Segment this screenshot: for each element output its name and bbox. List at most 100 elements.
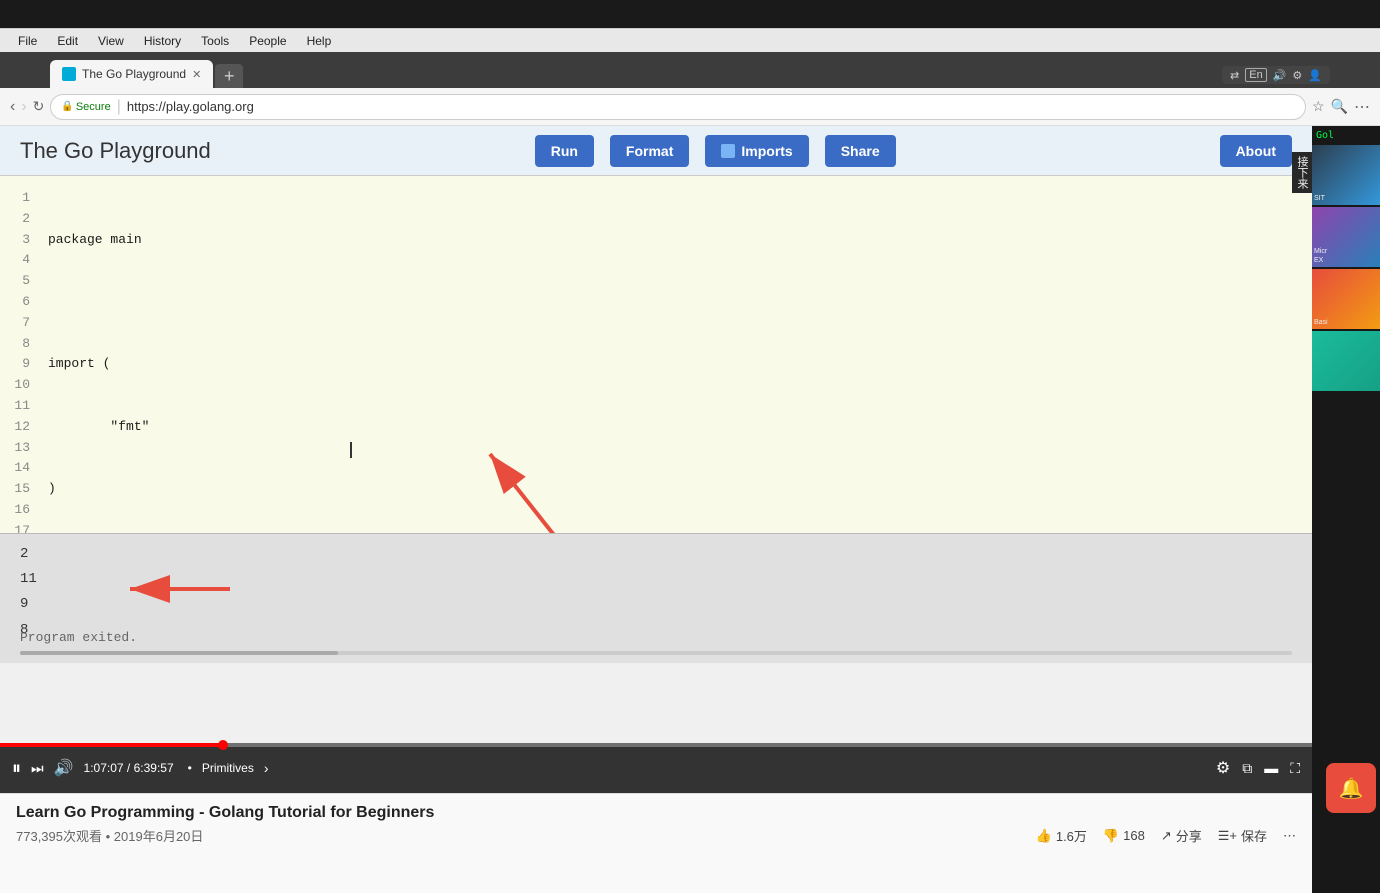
- pause-button[interactable]: ⏸: [12, 758, 21, 779]
- right-controls: ⚙ ⧉ ▬ ⛶: [1216, 758, 1300, 778]
- line-num-5: 5: [0, 271, 30, 292]
- sidebar-gol-label: Gol: [1312, 126, 1380, 145]
- back-button[interactable]: ‹: [10, 98, 15, 116]
- share-button[interactable]: Share: [825, 135, 896, 167]
- theater-button[interactable]: ▬: [1264, 760, 1278, 776]
- dislike-count: 168: [1123, 828, 1145, 843]
- volume-button[interactable]: 🔊: [54, 758, 74, 778]
- search-icon[interactable]: 🔍: [1331, 98, 1348, 115]
- tab-title: The Go Playground: [82, 67, 186, 81]
- line-num-10: 10: [0, 375, 30, 396]
- subscribe-button[interactable]: 🔔: [1326, 763, 1376, 813]
- output-panel: 2 11 9 8 Program exited.: [0, 533, 1312, 663]
- menu-people[interactable]: People: [239, 32, 296, 50]
- code-line-1: package main: [48, 230, 1304, 251]
- output-scrollbar[interactable]: [20, 651, 1292, 655]
- line-num-12: 12: [0, 417, 30, 438]
- line-num-14: 14: [0, 458, 30, 479]
- url-text: https://play.golang.org: [127, 99, 254, 114]
- line-num-16: 16: [0, 500, 30, 521]
- output-line-1: 2: [20, 542, 1292, 567]
- secure-badge: Secure: [61, 101, 110, 113]
- thumb-3-label: Basi: [1314, 319, 1378, 327]
- video-progress-bar[interactable]: [0, 743, 1312, 747]
- more-button[interactable]: ⋯: [1283, 828, 1296, 844]
- fullscreen-button[interactable]: ⛶: [1290, 760, 1300, 777]
- video-controls: ⏸ ⏭ 🔊 1:07:07 / 6:39:57 • Primitives › ⚙…: [0, 743, 1312, 793]
- video-meta-row: 773,395次观看 • 2019年6月20日 👍 1.6万 👎 168 ↗ 分…: [16, 826, 1296, 845]
- active-tab[interactable]: The Go Playground ✕: [50, 60, 213, 88]
- url-bar[interactable]: Secure | https://play.golang.org: [50, 94, 1306, 120]
- menu-tools[interactable]: Tools: [191, 32, 239, 50]
- add-to-playlist-button[interactable]: ☰+ 保存: [1218, 826, 1267, 845]
- line-num-4: 4: [0, 250, 30, 271]
- line-num-8: 8: [0, 334, 30, 355]
- menu-view[interactable]: View: [88, 32, 134, 50]
- miniplayer-button[interactable]: ⧉: [1242, 760, 1252, 777]
- recommendation-thumb-2[interactable]: MicrEX: [1312, 207, 1380, 267]
- line-num-17: 17: [0, 521, 30, 533]
- menu-file[interactable]: File: [8, 32, 47, 50]
- code-content[interactable]: package main import ( "fmt" ) func main(…: [40, 188, 1312, 521]
- playground-header: The Go Playground Run Format Imports Sha…: [0, 126, 1312, 176]
- thumb-1-label: SIT: [1314, 195, 1378, 203]
- bookmark-icon[interactable]: ☆: [1312, 98, 1325, 115]
- output-scrollbar-thumb[interactable]: [20, 651, 338, 655]
- window-controls: ⇄ En 🔊 ⚙ 👤: [1222, 66, 1330, 84]
- browser-controls-right: ⇄ En 🔊 ⚙ 👤: [1222, 66, 1330, 84]
- share-button[interactable]: ↗ 分享: [1161, 826, 1202, 845]
- progress-handle[interactable]: [218, 740, 228, 750]
- reload-button[interactable]: ↻: [33, 98, 45, 115]
- menu-history[interactable]: History: [134, 32, 191, 50]
- output-line-2: 11: [20, 567, 1292, 592]
- output-line-3: 9: [20, 592, 1292, 617]
- line-num-11: 11: [0, 396, 30, 417]
- code-line-3: import (: [48, 354, 1304, 375]
- run-button[interactable]: Run: [535, 135, 594, 167]
- line-num-15: 15: [0, 479, 30, 500]
- settings-button[interactable]: ⚙: [1216, 758, 1230, 778]
- share-icon: ↗: [1161, 828, 1172, 844]
- skip-forward-button[interactable]: ⏭: [31, 760, 44, 777]
- recommendation-thumb-4[interactable]: [1312, 331, 1380, 391]
- code-line-5: ): [48, 479, 1304, 500]
- like-count: 1.6万: [1056, 826, 1087, 845]
- tab-close-button[interactable]: ✕: [192, 68, 201, 81]
- time-current: 1:07:07: [84, 761, 124, 775]
- dislike-button[interactable]: 👎 168: [1103, 828, 1145, 844]
- yt-recommendations-sidebar: Gol SIT MicrEX Basi 🔔: [1312, 126, 1380, 893]
- menu-edit[interactable]: Edit: [47, 32, 88, 50]
- code-editor[interactable]: 1 2 3 4 5 6 7 8 9 10 11 12 13 14 15 16 1…: [0, 176, 1312, 533]
- like-button[interactable]: 👍 1.6万: [1036, 826, 1087, 845]
- thumbs-down-icon: 👎: [1103, 828, 1119, 844]
- line-num-13: 13: [0, 438, 30, 459]
- format-button[interactable]: Format: [610, 135, 689, 167]
- url-separator: |: [117, 98, 121, 116]
- recommendation-thumb-3[interactable]: Basi: [1312, 269, 1380, 329]
- chapter-next-icon: ›: [264, 760, 269, 776]
- firefox-menubar: File Edit View History Tools People Help: [0, 28, 1380, 52]
- new-tab-button[interactable]: +: [215, 64, 243, 88]
- time-display: 1:07:07 / 6:39:57: [84, 761, 174, 775]
- thumb-2-label: MicrEX: [1314, 248, 1378, 265]
- video-meta: 773,395次观看 • 2019年6月20日: [16, 826, 203, 845]
- upload-date: 2019年6月20日: [114, 829, 204, 844]
- browser-navbar: ‹ › ↻ Secure | https://play.golang.org ☆…: [0, 88, 1380, 126]
- video-action-buttons: 👍 1.6万 👎 168 ↗ 分享 ☰+ 保存 ⋯: [1036, 826, 1296, 845]
- program-status: Program exited.: [20, 630, 137, 645]
- browser-menu-button[interactable]: ⋯: [1354, 97, 1370, 117]
- recommendation-thumb-1[interactable]: SIT: [1312, 145, 1380, 205]
- about-button[interactable]: About: [1220, 135, 1292, 167]
- imports-button[interactable]: Imports: [705, 135, 808, 167]
- audio-icon: 🔊: [1273, 69, 1287, 82]
- video-info-bar: Learn Go Programming - Golang Tutorial f…: [0, 793, 1312, 893]
- playlist-icon: ☰+: [1218, 828, 1237, 844]
- menu-help[interactable]: Help: [297, 32, 342, 50]
- tab-favicon: [62, 67, 76, 81]
- video-player: The Go Playground Run Format Imports Sha…: [0, 126, 1312, 793]
- browser-tabbar: The Go Playground ✕ + ⇄ En 🔊 ⚙ 👤: [0, 52, 1380, 88]
- code-line-2: [48, 292, 1304, 313]
- subscribe-icon: 🔔: [1339, 776, 1364, 801]
- settings-icon: ⚙: [1292, 69, 1302, 82]
- forward-button[interactable]: ›: [21, 98, 26, 116]
